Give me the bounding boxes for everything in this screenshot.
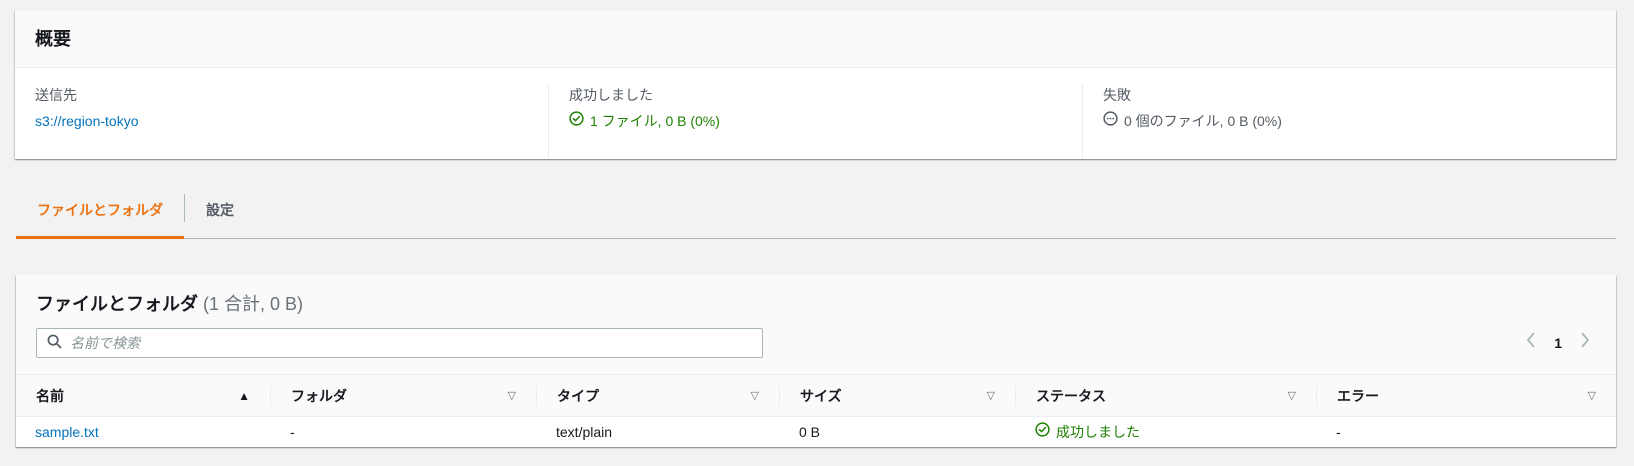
pagination: 1 xyxy=(1526,332,1590,353)
status-text: 成功しました xyxy=(1056,424,1140,441)
column-header-status[interactable]: ステータス ▽ xyxy=(1015,375,1316,417)
succeeded-column: 成功しました 1 ファイル, 0 B (0%) xyxy=(548,84,1082,158)
column-header-error[interactable]: エラー ▽ xyxy=(1316,375,1616,417)
files-table: 名前 ▲ フォルダ ▽ タイプ ▽ サイズ ▽ ステータス ▽ エラー ▽ sample.t… xyxy=(16,374,1616,448)
pending-ellipsis-icon xyxy=(1103,110,1118,132)
column-header-type[interactable]: タイプ ▽ xyxy=(536,375,779,417)
chevron-left-icon[interactable] xyxy=(1526,332,1536,353)
files-panel: ファイルとフォルダ (1 合計, 0 B) 1 名前▲ フ xyxy=(16,275,1616,447)
files-title-text: ファイルとフォルダ xyxy=(36,294,198,314)
failed-column: 失敗 0 個のファイル, 0 B (0%) xyxy=(1082,84,1616,158)
search-input[interactable] xyxy=(70,335,762,351)
column-label: フォルダ xyxy=(291,387,347,404)
tab-files-and-folders[interactable]: ファイルとフォルダ xyxy=(16,188,184,239)
column-label: エラー xyxy=(1337,387,1379,404)
summary-panel: 概要 送信先 s3://region-tokyo 成功しました 1 ファイル, … xyxy=(15,10,1616,159)
tab-settings[interactable]: 設定 xyxy=(185,188,255,238)
summary-title: 概要 xyxy=(35,29,71,49)
search-icon xyxy=(47,334,62,352)
error-cell: - xyxy=(1336,424,1341,441)
sort-icon[interactable]: ▽ xyxy=(987,389,995,402)
sort-icon[interactable]: ▽ xyxy=(1288,389,1296,402)
files-title: ファイルとフォルダ (1 合計, 0 B) xyxy=(36,293,1596,315)
chevron-right-icon[interactable] xyxy=(1580,332,1590,353)
destination-column: 送信先 s3://region-tokyo xyxy=(35,84,548,158)
status-cell: 成功しました xyxy=(1015,417,1316,448)
destination-label: 送信先 xyxy=(35,87,77,103)
succeeded-value: 1 ファイル, 0 B (0%) xyxy=(590,113,720,129)
destination-link[interactable]: s3://region-tokyo xyxy=(35,110,139,132)
column-label: サイズ xyxy=(800,387,842,404)
size-cell: 0 B xyxy=(799,424,821,441)
column-header-folder[interactable]: フォルダ ▽ xyxy=(270,375,536,417)
sort-icon[interactable]: ▽ xyxy=(508,389,516,402)
success-check-icon xyxy=(1035,421,1050,443)
sort-icon[interactable]: ▽ xyxy=(1588,389,1596,402)
folder-cell: - xyxy=(290,424,295,441)
tabs-bar: ファイルとフォルダ 設定 xyxy=(16,188,1616,239)
type-cell: text/plain xyxy=(556,424,613,441)
sort-icon[interactable]: ▽ xyxy=(751,389,759,402)
column-label: ステータス xyxy=(1036,387,1106,404)
failed-value: 0 個のファイル, 0 B (0%) xyxy=(1124,113,1282,129)
page-number[interactable]: 1 xyxy=(1554,335,1562,351)
sort-ascending-icon[interactable]: ▲ xyxy=(238,389,250,403)
file-name-link[interactable]: sample.txt xyxy=(35,424,99,440)
summary-header: 概要 xyxy=(15,10,1616,68)
files-count: (1 合計, 0 B) xyxy=(203,294,304,314)
success-check-icon xyxy=(569,110,584,132)
table-row: sample.txt - text/plain 0 B 成功しました - xyxy=(16,417,1616,448)
search-box xyxy=(36,328,763,358)
column-header-name[interactable]: 名前 ▲ xyxy=(16,375,270,417)
files-header: ファイルとフォルダ (1 合計, 0 B) 1 xyxy=(16,275,1616,374)
failed-label: 失敗 xyxy=(1103,87,1131,103)
column-label: 名前 xyxy=(36,387,64,404)
table-header-row: 名前 ▲ フォルダ ▽ タイプ ▽ サイズ ▽ ステータス ▽ エラー ▽ xyxy=(16,374,1616,417)
column-header-size[interactable]: サイズ ▽ xyxy=(779,375,1015,417)
column-label: タイプ xyxy=(557,387,599,404)
succeeded-label: 成功しました xyxy=(569,87,653,103)
